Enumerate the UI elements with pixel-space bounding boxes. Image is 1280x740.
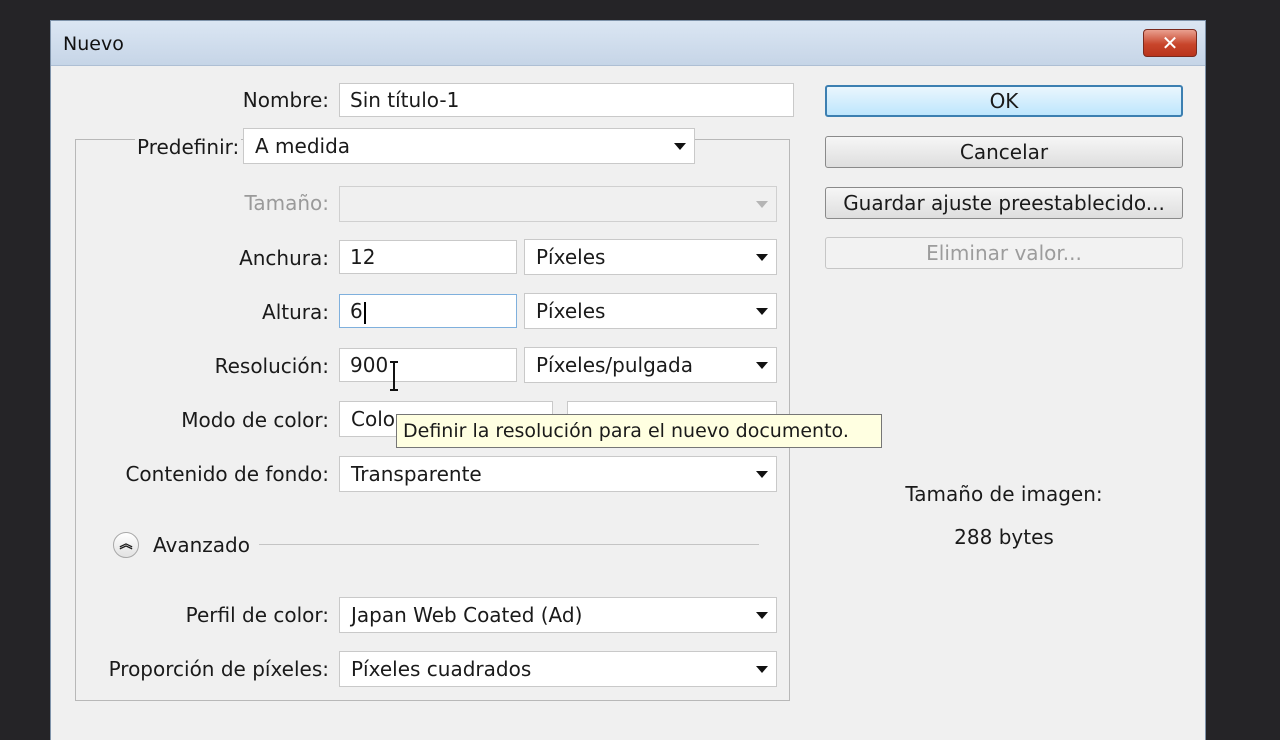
width-value: 12: [350, 245, 376, 269]
cancel-button[interactable]: Cancelar: [825, 136, 1183, 168]
resolution-field[interactable]: 900: [339, 348, 517, 382]
height-unit-select[interactable]: Píxeles: [524, 293, 777, 329]
chevron-down-icon: [756, 471, 768, 478]
name-value: Sin título-1: [350, 88, 460, 112]
ibeam-cursor-icon: [390, 361, 398, 391]
pixel-aspect-ratio-value: Píxeles cuadrados: [351, 657, 532, 681]
chevron-down-icon: [756, 362, 768, 369]
background-contents-select[interactable]: Transparente: [339, 456, 777, 492]
title-bar[interactable]: Nuevo ✕: [51, 21, 1205, 66]
chevron-down-icon: [674, 143, 686, 150]
resolution-tooltip: Definir la resolución para el nuevo docu…: [396, 414, 882, 448]
advanced-toggle-button[interactable]: ︽: [113, 532, 139, 558]
pixel-aspect-ratio-select[interactable]: Píxeles cuadrados: [339, 651, 777, 687]
ok-button[interactable]: OK: [825, 85, 1183, 117]
width-field[interactable]: 12: [339, 240, 517, 274]
height-unit-value: Píxeles: [536, 299, 606, 323]
resolution-unit-value: Píxeles/pulgada: [536, 353, 693, 377]
delete-preset-button[interactable]: Eliminar valor...: [825, 237, 1183, 269]
close-icon: ✕: [1161, 31, 1179, 55]
color-mode-value: Colo: [351, 407, 395, 431]
preset-label: Predefinir:: [135, 135, 242, 159]
resolution-unit-select[interactable]: Píxeles/pulgada: [524, 347, 777, 383]
chevron-down-icon: [756, 612, 768, 619]
double-chevron-up-icon: ︽: [119, 537, 133, 552]
advanced-divider: [259, 544, 759, 545]
resolution-label: Resolución:: [214, 354, 329, 378]
name-label: Nombre:: [242, 88, 329, 112]
color-profile-label: Perfil de color:: [185, 603, 329, 627]
resolution-value: 900: [350, 353, 389, 377]
chevron-down-icon: [756, 666, 768, 673]
background-contents-label: Contenido de fondo:: [125, 462, 329, 486]
height-value: 6: [350, 299, 363, 323]
new-document-dialog: Nuevo ✕ Nombre: Sin título-1 Predefinir:…: [50, 20, 1206, 740]
width-unit-value: Píxeles: [536, 245, 606, 269]
name-field[interactable]: Sin título-1: [339, 83, 794, 117]
width-label: Anchura:: [239, 246, 329, 270]
text-caret: [363, 301, 366, 324]
size-label: Tamaño:: [244, 191, 329, 215]
save-preset-button[interactable]: Guardar ajuste preestablecido...: [825, 187, 1183, 219]
image-size-label: Tamaño de imagen:: [905, 482, 1103, 506]
height-label: Altura:: [262, 300, 329, 324]
chevron-down-icon: [756, 201, 768, 208]
color-profile-value: Japan Web Coated (Ad): [351, 603, 583, 627]
window-title: Nuevo: [63, 33, 124, 55]
color-mode-label: Modo de color:: [181, 408, 329, 432]
preset-select[interactable]: A medida: [243, 128, 695, 164]
preset-value: A medida: [255, 134, 351, 158]
width-unit-select[interactable]: Píxeles: [524, 239, 777, 275]
size-select[interactable]: [339, 186, 777, 222]
advanced-label: Avanzado: [153, 533, 250, 557]
pixel-aspect-ratio-label: Proporción de píxeles:: [108, 657, 329, 681]
color-profile-select[interactable]: Japan Web Coated (Ad): [339, 597, 777, 633]
chevron-down-icon: [756, 254, 768, 261]
background-contents-value: Transparente: [351, 462, 482, 486]
height-field[interactable]: 6: [339, 294, 517, 328]
chevron-down-icon: [756, 308, 768, 315]
image-size-value: 288 bytes: [954, 525, 1054, 549]
close-button[interactable]: ✕: [1143, 29, 1197, 57]
